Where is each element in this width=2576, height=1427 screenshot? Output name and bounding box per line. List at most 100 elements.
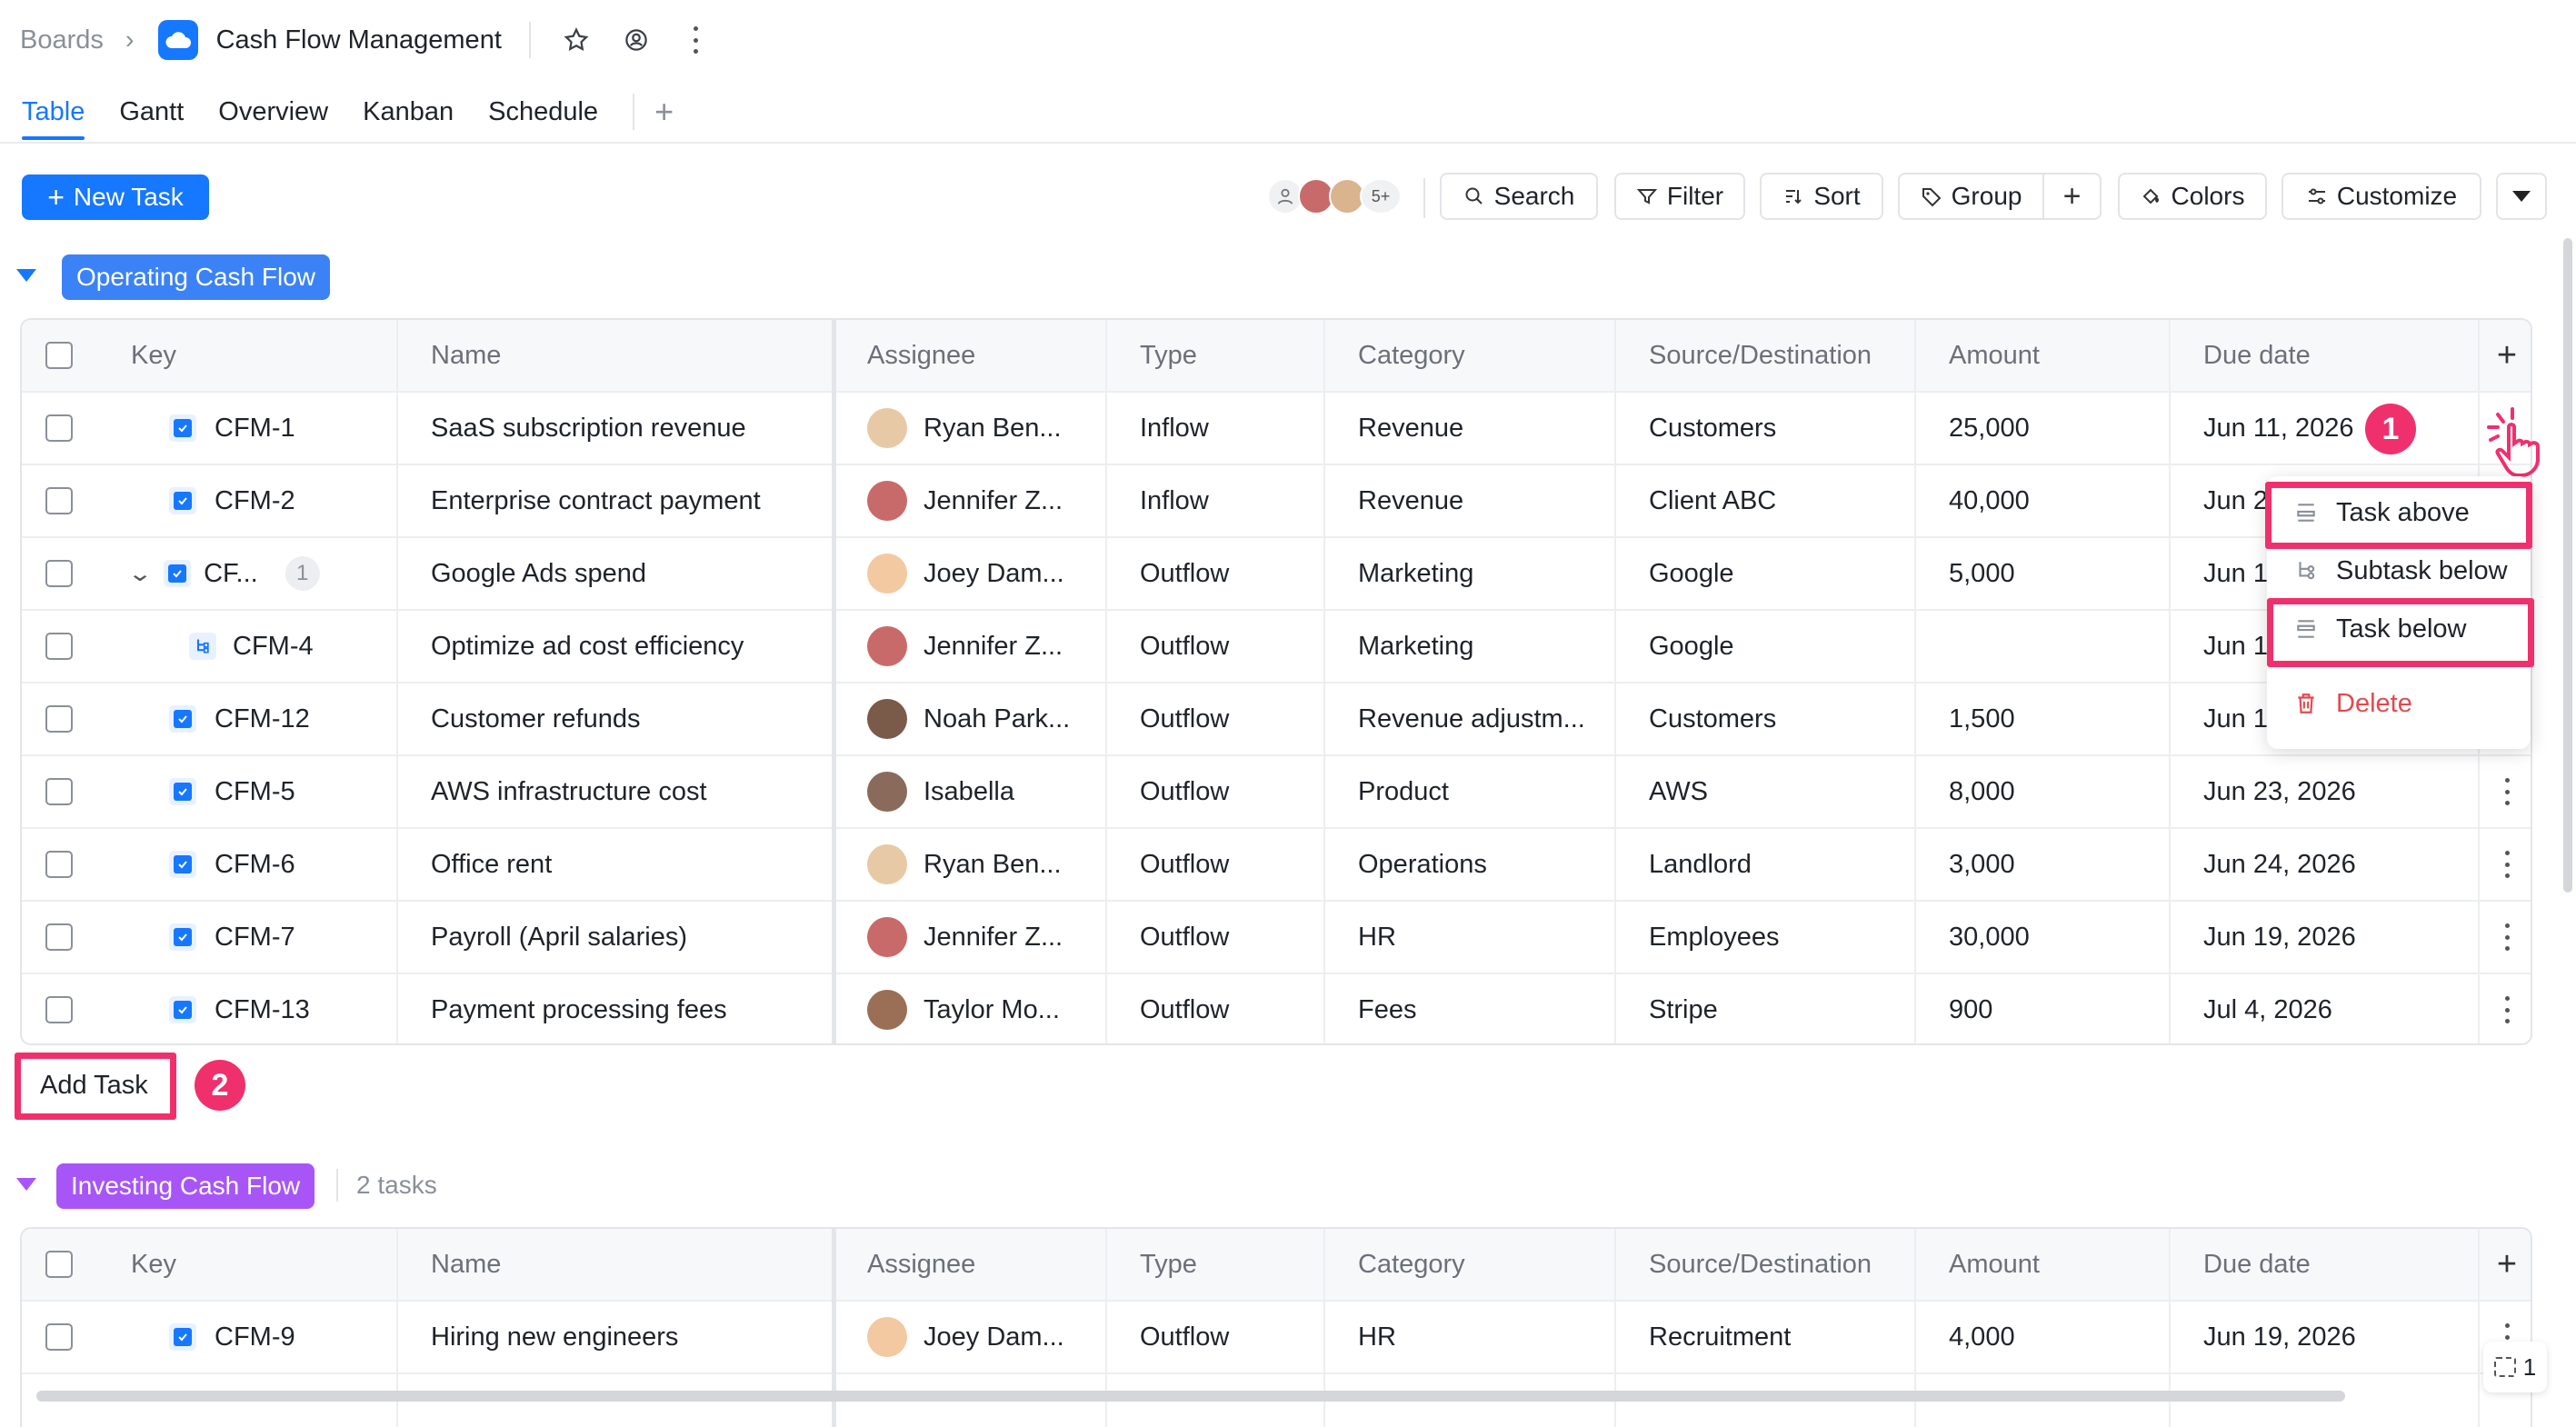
tab-kanban[interactable]: Kanban [363,97,454,140]
row-checkbox[interactable] [45,342,73,369]
amount-cell[interactable]: 3,000 [1916,829,2171,900]
group-tag-investing[interactable]: Investing Cash Flow [56,1163,315,1209]
column-header-type[interactable]: Type [1107,320,1325,391]
category-cell[interactable]: Product [1325,756,1616,827]
task-name-cell[interactable]: Office rent [398,829,834,900]
type-cell[interactable]: Outflow [1107,1302,1325,1372]
table-row[interactable]: ⌄ CF... 1 Google Ads spend Joey Dam... Outflo… [22,538,2531,611]
tab-schedule[interactable]: Schedule [488,97,598,140]
amount-cell[interactable]: 1,500 [1916,684,2171,754]
assignee-cell[interactable]: Ryan Ben... [834,393,1107,464]
column-header-due[interactable]: Due date [2171,320,2480,391]
row-checkbox[interactable] [45,705,73,733]
assignee-cell[interactable]: Ryan Ben... [834,829,1107,900]
column-header-due[interactable]: Due date [2171,1229,2480,1300]
table-row[interactable]: CFM-6 Office rent Ryan Ben... Outflow Operat… [22,829,2531,902]
amount-cell[interactable]: 5,000 [1916,538,2171,609]
chevron-down-icon[interactable]: ⌄ [127,561,153,587]
row-checkbox[interactable] [45,851,73,878]
new-task-button[interactable]: + New Task [22,175,209,220]
column-header-key[interactable]: Key [98,320,398,391]
category-cell[interactable]: Fees [1325,974,1616,1043]
category-cell[interactable]: Revenue adjustm... [1325,684,1616,754]
tab-table[interactable]: Table [22,97,85,140]
task-key[interactable]: CFM-13 [215,995,310,1025]
category-cell[interactable]: Revenue [1325,393,1616,464]
column-header-amount[interactable]: Amount [1916,1229,2171,1300]
add-column-cell[interactable]: + [2480,320,2531,391]
task-key[interactable]: CFM-2 [215,486,295,516]
assignee-cell[interactable]: Jennifer Z... [834,611,1107,682]
source-cell[interactable]: Google [1616,538,1916,609]
due-date-cell[interactable]: Jul 4, 2026 [2171,974,2480,1043]
type-cell[interactable]: Outflow [1107,684,1325,754]
collapse-group-icon[interactable] [16,269,36,282]
group-tag-operating[interactable]: Operating Cash Flow [62,254,331,300]
due-date-cell[interactable]: Jun 11, 2026 [2171,393,2480,464]
task-name-cell[interactable]: Payroll (April salaries) [398,902,834,973]
task-name-cell[interactable]: Google Ads spend [398,538,834,609]
category-cell[interactable]: Revenue [1325,465,1616,536]
add-view-icon[interactable]: + [654,93,674,131]
group-button[interactable]: Group [1900,175,2045,218]
more-actions-dropdown[interactable] [2496,173,2547,220]
task-name-cell[interactable]: Optimize ad cost efficiency [398,611,834,682]
sort-button[interactable]: Sort [1760,173,1883,220]
breadcrumb-boards[interactable]: Boards [20,25,104,55]
table-row[interactable]: CFM-12 Customer refunds Noah Park... Outflo… [22,684,2531,756]
row-checkbox[interactable] [45,633,73,660]
tab-overview[interactable]: Overview [218,97,328,140]
watch-icon[interactable] [618,22,654,58]
source-cell[interactable]: Google [1616,611,1916,682]
task-name-cell[interactable]: Payment processing fees [398,974,834,1043]
row-more-icon[interactable] [2504,923,2510,951]
category-cell[interactable]: HR [1325,902,1616,973]
amount-cell[interactable]: 30,000 [1916,902,2171,973]
source-cell[interactable]: Recruitment [1616,1302,1916,1372]
task-key[interactable]: CFM-6 [215,850,295,880]
customize-button[interactable]: Customize [2281,173,2481,220]
due-date-cell[interactable]: Jun 19, 2026 [2171,902,2480,973]
table-row[interactable]: CFM-1 SaaS subscription revenue Ryan Ben..… [22,393,2531,465]
source-cell[interactable]: AWS [1616,756,1916,827]
category-cell[interactable]: Marketing [1325,611,1616,682]
task-key[interactable]: CFM-9 [215,1322,295,1352]
amount-cell[interactable]: 8,000 [1916,756,2171,827]
source-cell[interactable]: Customers [1616,393,1916,464]
amount-cell[interactable]: 40,000 [1916,465,2171,536]
assignee-cell[interactable]: Joey Dam... [834,538,1107,609]
assignee-cell[interactable]: Noah Park... [834,684,1107,754]
row-checkbox[interactable] [45,1323,73,1351]
assignee-cell[interactable]: Isabella [834,756,1107,827]
task-name-cell[interactable]: Hiring new engineers [398,1302,834,1372]
task-name-cell[interactable]: Customer refunds [398,684,834,754]
row-more-icon[interactable] [2504,996,2510,1023]
row-checkbox[interactable] [45,778,73,805]
source-cell[interactable]: Employees [1616,902,1916,973]
task-name-cell[interactable]: AWS infrastructure cost [398,756,834,827]
task-name-cell[interactable]: SaaS subscription revenue [398,393,834,464]
add-column-icon[interactable]: + [2497,336,2517,375]
assignee-cell[interactable]: Taylor Mo... [834,974,1107,1043]
type-cell[interactable]: Outflow [1107,611,1325,682]
column-header-amount[interactable]: Amount [1916,320,2171,391]
amount-cell[interactable]: 25,000 [1916,393,2171,464]
row-checkbox[interactable] [45,1251,73,1278]
source-cell[interactable]: Landlord [1616,829,1916,900]
collapse-group-icon[interactable] [16,1178,36,1191]
source-cell[interactable]: Stripe [1616,974,1916,1043]
column-header-name[interactable]: Name [398,320,834,391]
column-header-source[interactable]: Source/Destination [1616,320,1916,391]
category-cell[interactable]: Marketing [1325,538,1616,609]
selection-pager[interactable]: 1 [2483,1342,2547,1392]
table-row[interactable]: CFM-9 Hiring new engineers Joey Dam... Outf… [22,1302,2531,1374]
column-header-name[interactable]: Name [398,1229,834,1300]
column-header-type[interactable]: Type [1107,1229,1325,1300]
column-header-assignee[interactable]: Assignee [834,1229,1107,1300]
amount-cell[interactable]: 900 [1916,974,2171,1043]
table-row[interactable]: CFM-5 AWS infrastructure cost Isabella Outf… [22,756,2531,829]
assignee-cell[interactable]: Jennifer Z... [834,902,1107,973]
table-row[interactable]: CFM-13 Payment processing fees Taylor Mo..… [22,974,2531,1043]
due-date-cell[interactable]: Jun 24, 2026 [2171,829,2480,900]
menu-item-subtask-below[interactable]: Subtask below [2267,544,2531,598]
